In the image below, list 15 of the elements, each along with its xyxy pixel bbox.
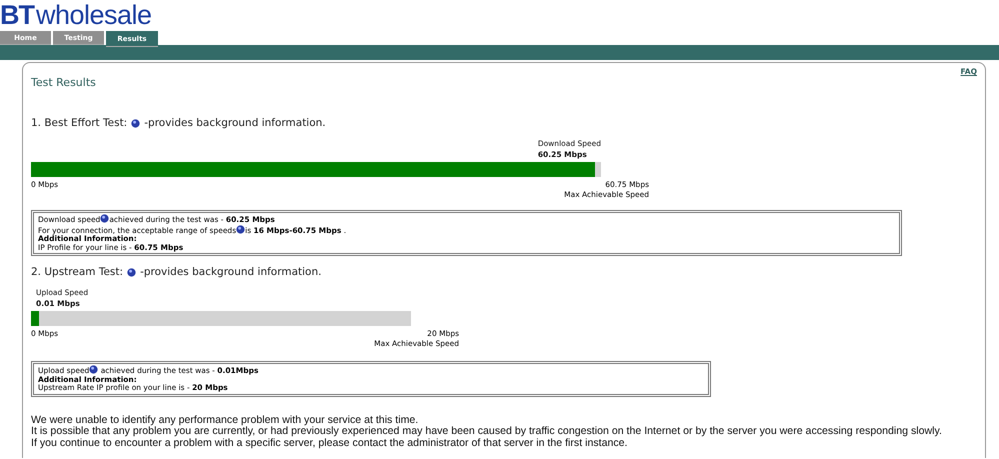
test-note: -provides background information.	[140, 266, 322, 278]
logo-name: wholesale	[36, 0, 152, 31]
help-icon[interactable]	[236, 224, 246, 234]
help-icon[interactable]	[100, 214, 110, 223]
summary-text: If you continue to encounter a problem with a specific server, please contact the administrator of that server in the first instance.	[31, 438, 628, 449]
help-icon[interactable]	[131, 118, 140, 128]
summary-text: It is possible that any problem you are currently, or had previously experienced may have been caused by traffic congestion on the Internet or by the server you were accessing responding slowly.	[31, 426, 943, 438]
logo-brand: BT	[0, 0, 34, 31]
page-title: Test Results	[31, 76, 96, 89]
help-icon[interactable]	[89, 365, 98, 374]
help-icon[interactable]	[127, 268, 136, 276]
test-note: -provides background information.	[144, 117, 326, 129]
test-title: 1. Best Effort Test:	[31, 117, 128, 129]
test-title: 2. Upstream Test:	[31, 266, 124, 278]
summary-text: We were unable to identify any performance problem with your service at this time.	[31, 414, 420, 426]
